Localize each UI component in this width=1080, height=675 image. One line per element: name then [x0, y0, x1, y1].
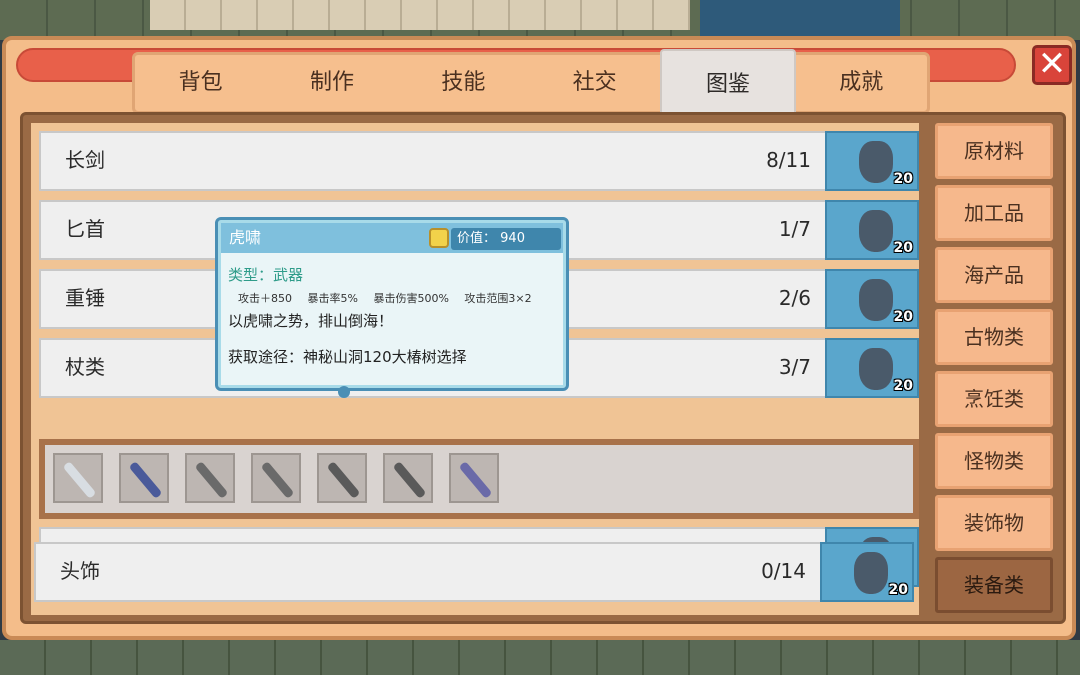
tooltip-stats: 攻击＋850 暴击率5% 暴击伤害500% 攻击范围3×2 — [238, 290, 544, 306]
item-slot[interactable] — [119, 453, 169, 503]
sword-icon — [326, 461, 361, 499]
tooltip-header: 虎啸 价值： 940 — [221, 223, 563, 253]
sword-icon — [62, 461, 97, 499]
sword-icon — [128, 461, 163, 499]
sword-icon — [260, 461, 295, 499]
tab-skills[interactable]: 技能 — [398, 55, 529, 111]
coin-icon — [429, 228, 449, 248]
tab-bag[interactable]: 背包 — [135, 55, 266, 111]
tooltip-pointer — [338, 386, 350, 398]
list-item[interactable]: 头饰 0/14 20 — [34, 542, 914, 602]
reward-icon — [854, 552, 888, 594]
row-name: 杖类 — [65, 355, 105, 379]
value-label: 价值： — [457, 231, 497, 246]
row-count: 3/7 — [778, 355, 811, 379]
tooltip-source: 获取途径：神秘山洞120大椿树选择 — [228, 348, 467, 366]
row-count: 1/7 — [778, 217, 811, 241]
item-slot[interactable] — [251, 453, 301, 503]
background-wall — [150, 0, 690, 30]
reward-icon — [859, 279, 893, 321]
stat-crit-damage: 暴击伤害500% — [373, 292, 449, 305]
reward-count: 20 — [893, 171, 913, 187]
reward-icon — [859, 141, 893, 183]
category-equipment[interactable]: 装备类 — [935, 557, 1053, 613]
background-water — [700, 0, 900, 40]
tab-crafting[interactable]: 制作 — [266, 55, 397, 111]
game-background-bottom — [0, 640, 1080, 675]
row-count: 0/14 — [761, 559, 806, 583]
category-processed-goods[interactable]: 加工品 — [935, 185, 1053, 241]
sword-icon — [458, 461, 493, 499]
row-name: 头饰 — [60, 559, 100, 583]
category-cooking[interactable]: 烹饪类 — [935, 371, 1053, 427]
value-box: 价值： 940 — [451, 228, 561, 250]
category-antiques[interactable]: 古物类 — [935, 309, 1053, 365]
item-slot[interactable] — [449, 453, 499, 503]
tab-social[interactable]: 社交 — [529, 55, 660, 111]
item-slot[interactable] — [185, 453, 235, 503]
row-count: 2/6 — [778, 286, 811, 310]
tab-achievements[interactable]: 成就 — [796, 55, 927, 111]
stat-crit-rate: 暴击率5% — [307, 292, 358, 305]
stat-attack-range: 攻击范围3×2 — [464, 292, 532, 305]
tab-collection[interactable]: 图鉴 — [660, 49, 796, 121]
row-bar — [39, 131, 827, 191]
row-reward-box[interactable]: 20 — [825, 338, 919, 398]
category-raw-materials[interactable]: 原材料 — [935, 123, 1053, 179]
stat-attack: 攻击＋850 — [238, 292, 292, 305]
reward-count: 20 — [888, 582, 908, 598]
item-slot[interactable] — [53, 453, 103, 503]
game-background-top — [0, 0, 1080, 40]
row-name: 长剑 — [65, 148, 105, 172]
row-count: 8/11 — [766, 148, 811, 172]
reward-count: 20 — [893, 309, 913, 325]
close-button[interactable]: ✕ — [1032, 45, 1072, 85]
category-seafood[interactable]: 海产品 — [935, 247, 1053, 303]
category-decorations[interactable]: 装饰物 — [935, 495, 1053, 551]
expanded-item-strip — [39, 439, 919, 519]
reward-icon — [859, 210, 893, 252]
sword-icon — [194, 461, 229, 499]
row-reward-box[interactable]: 20 — [825, 269, 919, 329]
row-name: 匕首 — [65, 217, 105, 241]
tooltip-description: 以虎啸之势，排山倒海！ — [228, 312, 394, 330]
tooltip-type: 类型：武器 — [228, 266, 304, 284]
item-slot[interactable] — [383, 453, 433, 503]
category-monsters[interactable]: 怪物类 — [935, 433, 1053, 489]
tooltip-title: 虎啸 — [229, 228, 262, 247]
row-reward-box[interactable]: 20 — [825, 131, 919, 191]
list-item[interactable]: 长剑 8/11 20 — [39, 131, 919, 191]
value-amount: 940 — [500, 231, 525, 246]
tab-bar: 背包 制作 技能 社交 图鉴 成就 — [132, 49, 930, 121]
reward-count: 20 — [893, 378, 913, 394]
reward-count: 20 — [893, 240, 913, 256]
item-slot[interactable] — [317, 453, 367, 503]
item-tooltip: 虎啸 价值： 940 类型：武器 攻击＋850 暴击率5% 暴击伤害500% 攻… — [215, 217, 569, 398]
row-name: 重锤 — [65, 286, 105, 310]
sword-icon — [392, 461, 427, 499]
row-bar — [34, 542, 822, 602]
row-reward-box[interactable]: 20 — [825, 200, 919, 260]
reward-icon — [859, 348, 893, 390]
row-reward-box[interactable]: 20 — [820, 542, 914, 602]
